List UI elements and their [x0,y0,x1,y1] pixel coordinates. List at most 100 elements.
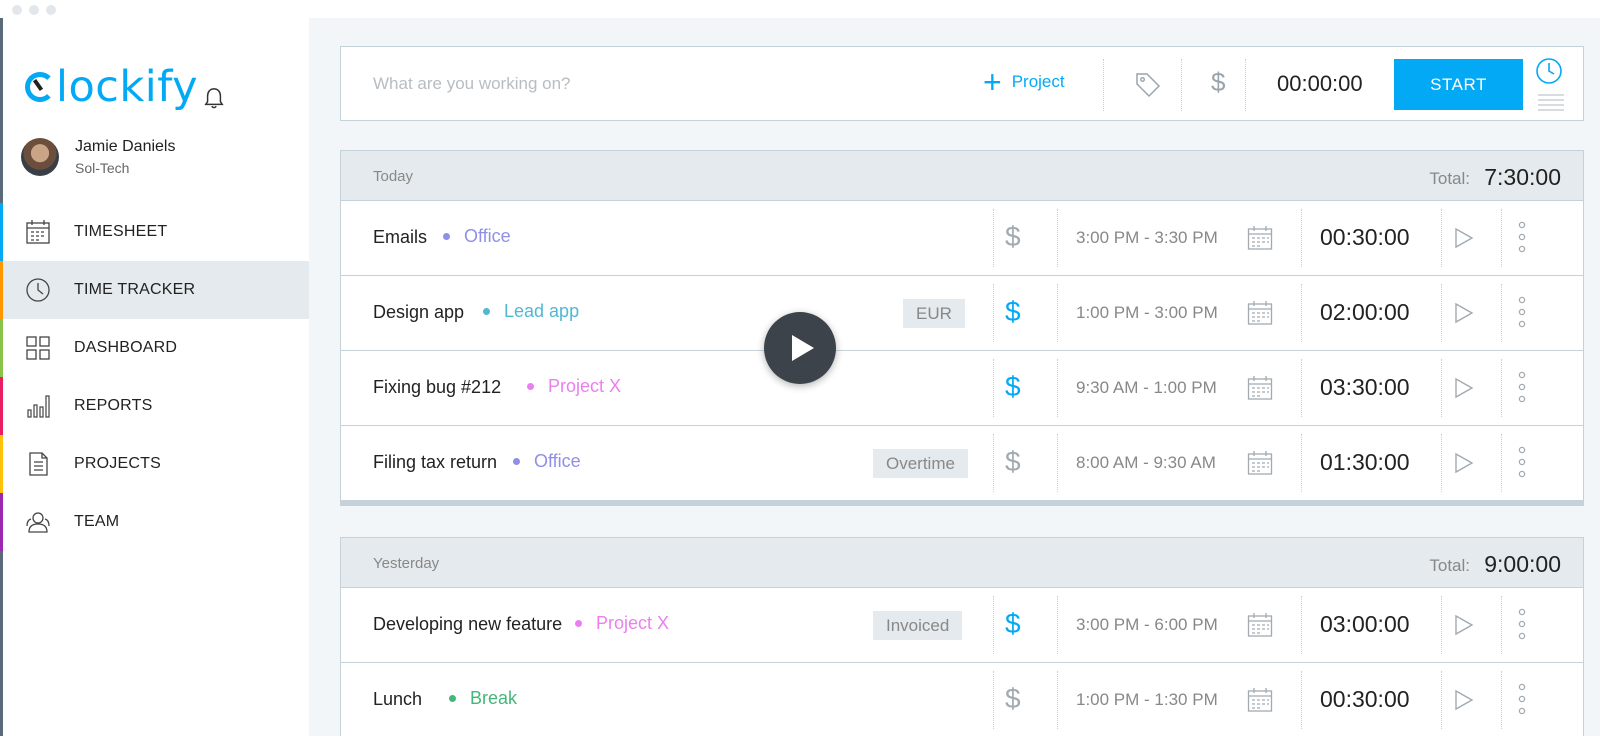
divider [1057,434,1058,492]
project-color-dot [443,233,450,240]
calendar-icon [26,220,50,244]
entry-project-label: Office [534,451,581,471]
entry-project[interactable]: Office [443,226,511,247]
calendar-icon[interactable] [1247,687,1273,713]
continue-play-icon[interactable] [1453,376,1475,400]
user-org: Sol-Tech [75,160,130,176]
entry-tag[interactable]: EUR [903,299,965,328]
entry-project[interactable]: Lead app [483,301,579,322]
sidebar-item-projects[interactable]: PROJECTS [0,435,309,493]
more-options-icon[interactable] [1517,221,1527,253]
entry-description[interactable]: Developing new feature [373,614,562,635]
entry-description[interactable]: Emails [373,227,427,248]
window-maximize-button[interactable] [46,5,56,15]
entry-tag[interactable]: Overtime [873,449,968,478]
entry-project-label: Project X [596,613,670,633]
avatar [21,138,59,176]
continue-play-icon[interactable] [1453,613,1475,637]
more-options-icon[interactable] [1517,296,1527,328]
more-options-icon[interactable] [1517,446,1527,478]
continue-play-icon[interactable] [1453,301,1475,325]
divider [1245,59,1246,111]
sidebar-item-time-tracker[interactable]: TIME TRACKER [0,261,309,319]
timer-display: 00:00:00 [1277,71,1363,96]
tag-icon[interactable] [1134,71,1162,99]
entry-project[interactable]: Project X [527,376,621,397]
time-entry-row[interactable]: Lunch Break $ 1:00 PM - 1:30 PM 00:30:00 [341,663,1583,736]
entry-project[interactable]: Project X [575,613,669,634]
billable-dollar-icon[interactable]: $ [1005,371,1021,403]
entry-time-range[interactable]: 9:30 AM - 1:00 PM [1076,378,1217,398]
calendar-icon[interactable] [1247,612,1273,638]
entry-time-range[interactable]: 8:00 AM - 9:30 AM [1076,453,1216,473]
entry-duration[interactable]: 01:30:00 [1320,449,1410,476]
entry-description[interactable]: Fixing bug #212 [373,377,501,398]
continue-play-icon[interactable] [1453,451,1475,475]
group-label: Today [373,168,414,185]
video-play-button[interactable] [764,312,836,384]
timer-mode-clock-icon[interactable] [1535,57,1563,85]
bell-icon[interactable] [203,86,225,110]
divider [993,596,994,654]
window-titlebar [0,0,1600,18]
divider [1501,209,1502,267]
entry-duration[interactable]: 00:30:00 [1320,224,1410,251]
entry-project[interactable]: Break [449,688,517,709]
sidebar-item-dashboard[interactable]: DASHBOARD [0,319,309,377]
document-icon [29,452,48,476]
divider [1057,671,1058,729]
divider [1103,59,1104,111]
entry-duration[interactable]: 02:00:00 [1320,299,1410,326]
sidebar-item-team[interactable]: TEAM [0,493,309,551]
user-profile[interactable]: Jamie Daniels Sol-Tech [21,138,175,176]
entry-time-range[interactable]: 3:00 PM - 6:00 PM [1076,615,1218,635]
calendar-icon[interactable] [1247,300,1273,326]
divider [1301,359,1302,417]
sidebar-item-reports[interactable]: REPORTS [0,377,309,435]
logo-mark-icon [25,72,55,102]
time-entry-row[interactable]: Emails Office $ 3:00 PM - 3:30 PM 00:30:… [341,201,1583,276]
continue-play-icon[interactable] [1453,688,1475,712]
entry-time-range[interactable]: 1:00 PM - 3:00 PM [1076,303,1218,323]
calendar-icon[interactable] [1247,450,1273,476]
calendar-icon[interactable] [1247,225,1273,251]
more-options-icon[interactable] [1517,371,1527,403]
billable-dollar-icon[interactable]: $ [1005,683,1021,715]
app-logo[interactable]: lockify [25,62,198,112]
time-entry-row[interactable]: Developing new feature Project X Invoice… [341,588,1583,663]
group-footer-bar [341,501,1583,505]
manual-mode-list-icon[interactable] [1537,93,1565,113]
entry-tag[interactable]: Invoiced [873,611,963,640]
clock-icon [26,278,50,302]
window-minimize-button[interactable] [29,5,39,15]
sidebar-item-timesheet[interactable]: TIMESHEET [0,203,309,261]
add-project-button[interactable]: + Project [983,66,1065,98]
time-entry-row[interactable]: Design app Lead app EUR $ 1:00 PM - 3:00… [341,276,1583,351]
entry-description[interactable]: Design app [373,302,464,323]
description-input[interactable]: What are you working on? [373,74,571,94]
entry-time-range[interactable]: 1:00 PM - 1:30 PM [1076,690,1218,710]
more-options-icon[interactable] [1517,683,1527,715]
billable-dollar-icon[interactable]: $ [1005,296,1021,328]
entry-duration[interactable]: 03:00:00 [1320,611,1410,638]
entry-project[interactable]: Office [513,451,581,472]
divider [1301,596,1302,654]
window-close-button[interactable] [12,5,22,15]
continue-play-icon[interactable] [1453,226,1475,250]
more-options-icon[interactable] [1517,608,1527,640]
billable-dollar-icon[interactable]: $ [1005,221,1021,253]
billable-dollar-icon[interactable]: $ [1211,67,1225,98]
time-entry-row[interactable]: Fixing bug #212 Project X $ 9:30 AM - 1:… [341,351,1583,426]
time-entry-row[interactable]: Filing tax return Office Overtime $ 8:00… [341,426,1583,501]
grid-icon [26,336,50,360]
start-button[interactable]: START [1394,59,1523,110]
nav-label: TEAM [74,513,120,530]
entry-duration[interactable]: 00:30:00 [1320,686,1410,713]
billable-dollar-icon[interactable]: $ [1005,446,1021,478]
calendar-icon[interactable] [1247,375,1273,401]
entry-description[interactable]: Filing tax return [373,452,497,473]
billable-dollar-icon[interactable]: $ [1005,608,1021,640]
entry-description[interactable]: Lunch [373,689,422,710]
entry-time-range[interactable]: 3:00 PM - 3:30 PM [1076,228,1218,248]
entry-duration[interactable]: 03:30:00 [1320,374,1410,401]
